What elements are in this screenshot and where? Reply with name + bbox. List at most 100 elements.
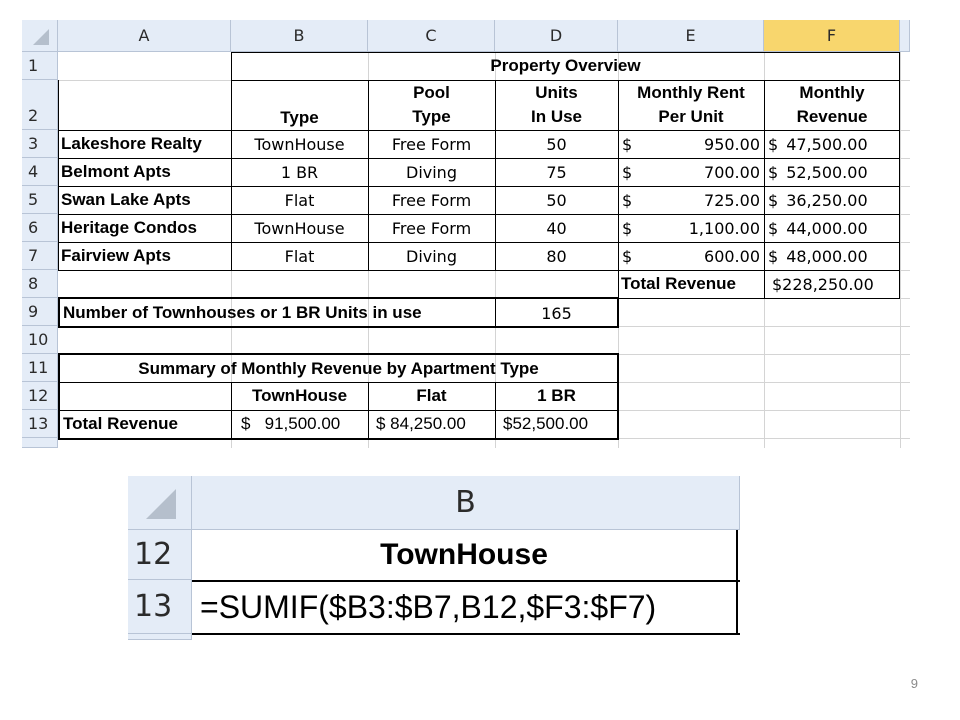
- rent-cell[interactable]: $950.00: [618, 130, 764, 158]
- column-header-d[interactable]: D: [495, 20, 618, 52]
- pool-cell[interactable]: Free Form: [368, 214, 495, 242]
- row-header-6[interactable]: 6: [22, 214, 58, 242]
- header-rent-line1[interactable]: Monthly Rent: [618, 80, 764, 105]
- currency-symbol: $: [768, 246, 779, 266]
- rent-value: 700.00: [704, 162, 760, 182]
- rent-value: 600.00: [704, 246, 760, 266]
- row-header-9[interactable]: 9: [22, 298, 58, 326]
- row-header-3[interactable]: 3: [22, 130, 58, 158]
- property-name-cell[interactable]: Heritage Condos: [58, 214, 231, 242]
- property-name-cell[interactable]: Belmont Apts: [58, 158, 231, 186]
- row-header-12[interactable]: 12: [22, 382, 58, 410]
- row-header-10[interactable]: 10: [22, 326, 58, 354]
- row-header-14-zoom[interactable]: [128, 634, 192, 640]
- column-header-c[interactable]: C: [368, 20, 495, 52]
- currency-symbol: $: [768, 190, 779, 210]
- row-header-13-zoom[interactable]: 13: [128, 580, 192, 634]
- formula-zoom-snippet: B 12 13 TownHouse =SUMIF($B3:$B7,B12,$F3…: [128, 476, 740, 640]
- property-name-cell[interactable]: Swan Lake Apts: [58, 186, 231, 214]
- currency-symbol: $: [622, 218, 633, 238]
- pool-cell[interactable]: Diving: [368, 158, 495, 186]
- total-revenue-value[interactable]: $228,250.00: [764, 270, 900, 298]
- currency-symbol: $: [622, 190, 633, 210]
- spreadsheet-main: A B C D E F 1 2 3 4 5 6 7 8 9 10 11 12 1…: [22, 20, 910, 448]
- summary-row-label[interactable]: Total Revenue: [60, 410, 231, 438]
- header-pool-line2[interactable]: Type: [368, 104, 495, 129]
- summary-value-1br[interactable]: $52,500.00: [495, 410, 618, 438]
- select-all-corner[interactable]: [22, 20, 58, 52]
- revenue-cell[interactable]: $36,250.00: [764, 186, 900, 214]
- select-all-corner[interactable]: [128, 476, 192, 530]
- summary-value-flat[interactable]: $ 84,250.00: [368, 410, 495, 438]
- row-header-4[interactable]: 4: [22, 158, 58, 186]
- row-header-5[interactable]: 5: [22, 186, 58, 214]
- units-cell[interactable]: 50: [495, 130, 618, 158]
- type-cell[interactable]: 1 BR: [231, 158, 368, 186]
- summary-header-townhouse[interactable]: TownHouse: [231, 382, 368, 410]
- revenue-value: 36,250.00: [786, 190, 868, 210]
- column-header-b[interactable]: B: [231, 20, 368, 52]
- currency-symbol: $: [622, 134, 633, 154]
- row-header-12-zoom[interactable]: 12: [128, 530, 192, 580]
- header-revenue-line2[interactable]: Revenue: [764, 104, 900, 129]
- row-header-1[interactable]: 1: [22, 52, 58, 80]
- units-cell[interactable]: 75: [495, 158, 618, 186]
- row-header-13[interactable]: 13: [22, 410, 58, 438]
- rent-cell[interactable]: $700.00: [618, 158, 764, 186]
- column-header-f[interactable]: F: [764, 20, 900, 52]
- column-header-e[interactable]: E: [618, 20, 764, 52]
- units-cell[interactable]: 40: [495, 214, 618, 242]
- type-cell[interactable]: Flat: [231, 242, 368, 270]
- count-value[interactable]: 165: [495, 299, 618, 327]
- row-header-11[interactable]: 11: [22, 354, 58, 382]
- type-cell[interactable]: TownHouse: [231, 214, 368, 242]
- summary-value-townhouse[interactable]: $ 91,500.00: [231, 410, 368, 438]
- rent-value: 725.00: [704, 190, 760, 210]
- property-name-cell[interactable]: Fairview Apts: [58, 242, 231, 270]
- type-cell[interactable]: Flat: [231, 186, 368, 214]
- slide-number: 9: [910, 676, 918, 691]
- header-rent-line2[interactable]: Per Unit: [618, 104, 764, 129]
- currency-symbol: $: [768, 162, 779, 182]
- header-units-line1[interactable]: Units: [495, 80, 618, 105]
- pool-cell[interactable]: Free Form: [368, 130, 495, 158]
- revenue-cell[interactable]: $52,500.00: [764, 158, 900, 186]
- rent-cell[interactable]: $1,100.00: [618, 214, 764, 242]
- rent-cell[interactable]: $725.00: [618, 186, 764, 214]
- row-header-8[interactable]: 8: [22, 270, 58, 298]
- currency-symbol: $: [768, 134, 779, 154]
- summary-title[interactable]: Summary of Monthly Revenue by Apartment …: [60, 355, 617, 382]
- units-cell[interactable]: 80: [495, 242, 618, 270]
- formula-cell-b13[interactable]: =SUMIF($B3:$B7,B12,$F3:$F7): [194, 582, 736, 633]
- summary-header-1br[interactable]: 1 BR: [495, 382, 618, 410]
- count-label[interactable]: Number of Townhouses or 1 BR Units in us…: [60, 299, 495, 327]
- row-header-14[interactable]: [22, 438, 58, 448]
- cell-b12-zoom[interactable]: TownHouse: [192, 530, 736, 580]
- cell-border: [736, 530, 738, 634]
- column-header-b-zoom[interactable]: B: [192, 476, 740, 530]
- pool-cell[interactable]: Free Form: [368, 186, 495, 214]
- column-header-g[interactable]: [900, 20, 910, 52]
- header-revenue-line1[interactable]: Monthly: [764, 80, 900, 105]
- summary-header-flat[interactable]: Flat: [368, 382, 495, 410]
- type-cell[interactable]: TownHouse: [231, 130, 368, 158]
- header-type[interactable]: Type: [231, 105, 368, 130]
- select-all-triangle-icon: [145, 488, 176, 519]
- row-header-7[interactable]: 7: [22, 242, 58, 270]
- property-name-cell[interactable]: Lakeshore Realty: [58, 130, 231, 158]
- units-cell[interactable]: 50: [495, 186, 618, 214]
- column-header-a[interactable]: A: [58, 20, 231, 52]
- rent-cell[interactable]: $600.00: [618, 242, 764, 270]
- revenue-value: 47,500.00: [786, 134, 868, 154]
- property-overview-title[interactable]: Property Overview: [231, 52, 900, 80]
- total-revenue-label[interactable]: Total Revenue: [618, 270, 764, 298]
- rent-value: 950.00: [704, 134, 760, 154]
- header-pool-line1[interactable]: Pool: [368, 80, 495, 105]
- revenue-cell[interactable]: $48,000.00: [764, 242, 900, 270]
- header-units-line2[interactable]: In Use: [495, 104, 618, 129]
- pool-cell[interactable]: Diving: [368, 242, 495, 270]
- row-header-2[interactable]: 2: [22, 80, 58, 130]
- revenue-cell[interactable]: $44,000.00: [764, 214, 900, 242]
- revenue-cell[interactable]: $47,500.00: [764, 130, 900, 158]
- gridline: [900, 52, 901, 448]
